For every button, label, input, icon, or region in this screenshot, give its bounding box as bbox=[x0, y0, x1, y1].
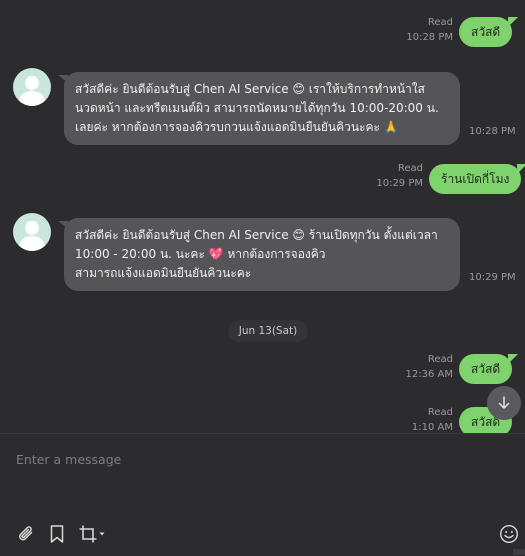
avatar-person-icon bbox=[18, 221, 46, 251]
read-receipt: Read 1:10 AM bbox=[400, 405, 453, 433]
message-line: 10:00 - 20:00 น. นะคะ 💖 หากต้องการจองคิว bbox=[75, 247, 326, 261]
read-receipt: Read 10:29 PM bbox=[370, 161, 423, 191]
date-separator: Jun 13(Sat) bbox=[228, 320, 308, 342]
bookmark-icon bbox=[50, 525, 64, 543]
crop-screenshot-button[interactable] bbox=[77, 524, 107, 544]
chevron-down-icon bbox=[99, 532, 105, 536]
message-composer bbox=[0, 433, 525, 556]
message-input[interactable] bbox=[14, 446, 508, 472]
scroll-to-bottom-button[interactable] bbox=[487, 386, 521, 420]
smiley-icon bbox=[499, 524, 519, 544]
sent-message[interactable]: สวัสดี bbox=[459, 17, 519, 47]
sent-message[interactable]: สวัสดี bbox=[459, 354, 519, 384]
arrow-down-icon bbox=[498, 396, 510, 409]
received-message[interactable]: สวัสดีค่ะ ยินดีต้อนรับสู่ Chen AI Servic… bbox=[58, 218, 460, 291]
message-time: 10:29 PM bbox=[376, 178, 423, 189]
avatar[interactable] bbox=[13, 68, 51, 106]
resize-grip[interactable] bbox=[513, 549, 525, 555]
message-time: 1:10 AM bbox=[411, 422, 453, 433]
message-time: 10:28 PM bbox=[469, 126, 516, 137]
message-line: สวัสดีค่ะ ยินดีต้อนรับสู่ Chen AI Servic… bbox=[75, 82, 425, 96]
message-time: 12:36 AM bbox=[405, 369, 453, 380]
read-receipt: Read 12:36 AM bbox=[400, 352, 453, 382]
message-time: 10:29 PM bbox=[469, 272, 516, 283]
message-line: เลยค่ะ หากต้องการจองคิวรบกวนแจ้งแอดมินยื… bbox=[75, 120, 399, 134]
message-line: นวดหน้า และทรีตเมนต์ผิว สามารถนัดหมายได้… bbox=[75, 101, 439, 115]
read-receipt: Read 10:28 PM bbox=[400, 15, 453, 45]
sent-message[interactable]: ร้านเปิดกี่โมง bbox=[429, 164, 525, 194]
emoji-button[interactable] bbox=[499, 524, 519, 544]
avatar-person-icon bbox=[18, 76, 46, 106]
received-message[interactable]: สวัสดีค่ะ ยินดีต้อนรับสู่ Chen AI Servic… bbox=[58, 72, 460, 145]
attach-button[interactable] bbox=[17, 524, 37, 544]
message-line: สามารถแจ้งแอดมินยืนยันคิวนะคะ bbox=[75, 266, 252, 280]
message-time: 10:28 PM bbox=[406, 32, 453, 43]
crop-icon bbox=[79, 525, 97, 543]
avatar[interactable] bbox=[13, 213, 51, 251]
bookmark-button[interactable] bbox=[48, 524, 66, 544]
paperclip-icon bbox=[19, 526, 33, 541]
message-list[interactable]: Read 10:28 PM สวัสดี สวัสดีค่ะ ยินดีต้อน… bbox=[0, 0, 525, 433]
message-line: สวัสดีค่ะ ยินดีต้อนรับสู่ Chen AI Servic… bbox=[75, 228, 438, 242]
chat-window: Read 10:28 PM สวัสดี สวัสดีค่ะ ยินดีต้อน… bbox=[0, 0, 525, 556]
